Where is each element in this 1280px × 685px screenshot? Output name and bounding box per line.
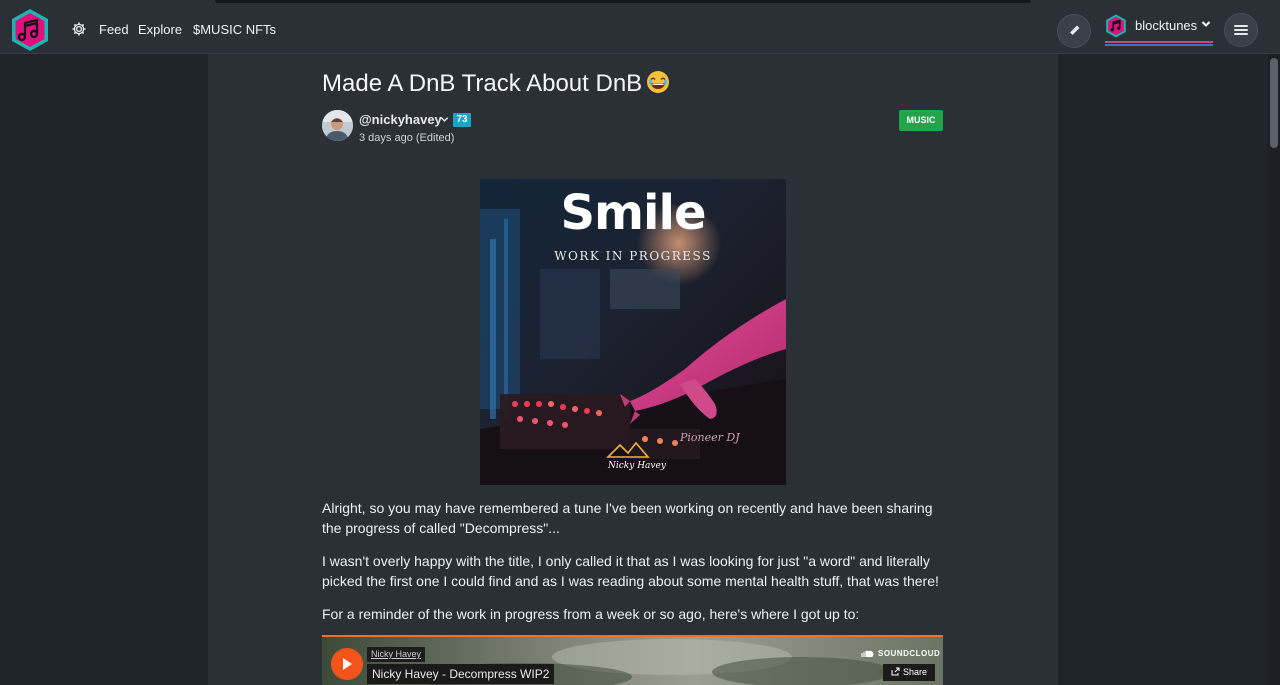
category-tag[interactable]: MUSIC — [899, 110, 943, 131]
post-title: Made A DnB Track About DnB — [322, 70, 670, 98]
soundcloud-brand-text: SOUNDCLOUD — [878, 649, 941, 658]
laughing-emoji-icon — [647, 71, 670, 93]
cover-image: Pioneer DJ Smile WORK IN PROGRESS Nicky … — [480, 179, 786, 485]
pencil-icon — [1069, 25, 1080, 36]
play-button[interactable] — [331, 648, 363, 680]
soundcloud-logo[interactable]: SOUNDCLOUD — [859, 649, 940, 658]
gear-icon[interactable] — [71, 21, 87, 37]
share-label: Share — [902, 667, 928, 677]
post-timestamp: 3 days ago (Edited) — [359, 132, 454, 144]
blocktunes-logo-icon[interactable] — [10, 8, 50, 52]
author-link[interactable]: @nickyhavey — [359, 112, 442, 127]
nav-explore-link[interactable]: Explore — [138, 22, 182, 37]
nav-feed-link[interactable]: Feed — [99, 22, 129, 37]
post-title-text: Made A DnB Track About DnB — [322, 70, 643, 97]
user-menu[interactable]: blocktunes — [1105, 13, 1213, 47]
svg-text:Pioneer DJ: Pioneer DJ — [679, 431, 740, 444]
cover-signature: Nicky Havey — [608, 461, 666, 471]
voting-power-bar — [1105, 41, 1213, 43]
scrollbar-thumb[interactable] — [1270, 58, 1278, 148]
soundcloud-icon — [861, 650, 874, 658]
post-paragraph: For a reminder of the work in progress f… — [322, 606, 860, 622]
browser-top-edge — [215, 0, 1031, 3]
chevron-down-icon[interactable] — [440, 115, 449, 124]
nav-music-nfts-link[interactable]: $MUSIC NFTs — [193, 22, 276, 37]
main-menu-button[interactable] — [1224, 13, 1258, 47]
post-time-text[interactable]: 3 days ago — [359, 132, 413, 144]
chevron-down-icon — [1201, 21, 1211, 27]
soundcloud-artist-link[interactable]: Nicky Havey — [367, 647, 426, 662]
share-button[interactable]: Share — [883, 664, 935, 681]
post-paragraph: Alright, so you may have remembered a tu… — [322, 500, 933, 536]
play-icon — [343, 658, 352, 670]
user-avatar — [1105, 14, 1127, 38]
top-navbar: Feed Explore $MUSIC NFTs blocktunes — [0, 0, 1280, 54]
hamburger-icon — [1234, 25, 1248, 35]
soundcloud-embed[interactable]: Nicky Havey Nicky Havey - Decompress WIP… — [322, 635, 943, 685]
resource-credits-bar — [1105, 44, 1213, 46]
page-scrollbar[interactable] — [1268, 54, 1280, 685]
post-paragraph: I wasn't overly happy with the title, I … — [322, 553, 939, 589]
reputation-badge: 73 — [453, 113, 471, 127]
share-icon — [891, 667, 900, 676]
edited-label: (Edited) — [415, 132, 455, 144]
cover-title: Smile — [560, 185, 706, 241]
username-label: blocktunes — [1135, 18, 1198, 33]
post-article: Made A DnB Track About DnB @nickyhavey 7… — [208, 54, 1058, 685]
cover-subtitle: WORK IN PROGRESS — [554, 249, 712, 263]
write-post-button[interactable] — [1057, 14, 1091, 48]
soundcloud-track-title[interactable]: Nicky Havey - Decompress WIP2 — [367, 664, 555, 684]
author-avatar[interactable] — [322, 110, 353, 141]
